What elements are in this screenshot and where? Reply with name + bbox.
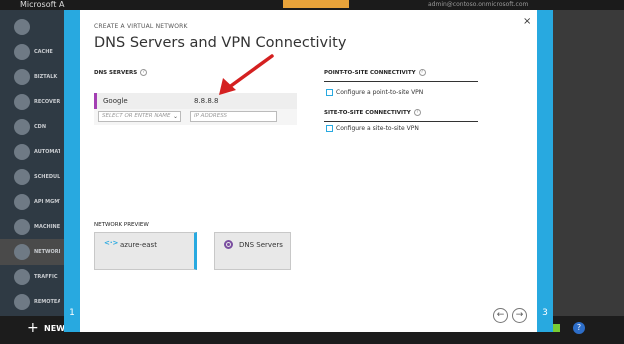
sidebar-item[interactable]: AUTOMATION: [0, 139, 64, 165]
dns-entry-name[interactable]: Google: [103, 97, 128, 105]
recovery-icon: [14, 94, 30, 110]
plus-icon[interactable]: +: [27, 320, 39, 336]
sidebar: CACHE BIZTALK RECOVERY CDN AUTOMATION SCHEDUL…: [0, 10, 64, 316]
help-icon[interactable]: ?: [418, 69, 426, 76]
background-content: [552, 10, 624, 316]
sidebar-item[interactable]: CDN: [0, 114, 64, 140]
wizard-step-strip-right: 3: [537, 10, 553, 332]
help-icon[interactable]: ?: [140, 69, 148, 76]
next-button[interactable]: →: [512, 308, 527, 323]
cdn-icon: [14, 119, 30, 135]
traffic-icon: [14, 269, 30, 285]
preview-tile-label: azure-east: [120, 241, 157, 249]
preview-tile-label: DNS Servers: [239, 241, 283, 249]
wizard-eyebrow: CREATE A VIRTUAL NETWORK: [94, 23, 188, 30]
notification-banner[interactable]: [283, 0, 349, 8]
sidebar-item[interactable]: API MGMT: [0, 189, 64, 215]
machine-learning-icon: [14, 219, 30, 235]
p2s-checkbox[interactable]: [326, 89, 333, 96]
sidebar-item-label: RECOVERY: [34, 99, 60, 105]
section-divider: [324, 121, 478, 122]
sidebar-item[interactable]: [0, 14, 64, 40]
dns-name-select[interactable]: SELECT OR ENTER NAME ⌄: [98, 111, 181, 122]
status-indicator: [552, 324, 560, 332]
sidebar-item-label: AUTOMATION: [34, 149, 60, 155]
sidebar-item-label: TRAFFIC: [34, 274, 58, 280]
account-label[interactable]: admin@contoso.onmicrosoft.com: [428, 0, 528, 10]
section-divider: [324, 81, 478, 82]
ip-address-input[interactable]: IP ADDRESS: [190, 111, 277, 122]
s2s-checkbox-label[interactable]: Configure a site-to-site VPN: [336, 125, 419, 132]
sidebar-item-label: MACHINE: [34, 224, 60, 230]
p2s-checkbox-label[interactable]: Configure a point-to-site VPN: [336, 89, 423, 96]
help-icon[interactable]: ?: [573, 322, 585, 334]
api-icon: [14, 194, 30, 210]
sidebar-item[interactable]: TRAFFIC: [0, 264, 64, 290]
sidebar-item[interactable]: CACHE: [0, 39, 64, 65]
brand-title: Microsoft A: [20, 0, 65, 9]
close-icon[interactable]: ×: [523, 16, 531, 27]
dns-entry-ip[interactable]: 8.8.8.8: [194, 97, 219, 105]
sidebar-item-label: CACHE: [34, 49, 53, 55]
dns-new-row: SELECT OR ENTER NAME ⌄ IP ADDRESS: [94, 109, 297, 125]
cache-icon: [14, 44, 30, 60]
network-preview-label: NETWORK PREVIEW: [94, 222, 149, 228]
wizard-dialog: × CREATE A VIRTUAL NETWORK DNS Servers a…: [80, 10, 537, 332]
new-button[interactable]: NEW: [44, 324, 65, 333]
sidebar-item[interactable]: NETWORKS: [0, 239, 64, 265]
sidebar-item-label: REMOTEAPP: [34, 299, 60, 305]
dns-server-icon: [224, 240, 233, 249]
sidebar-item[interactable]: SCHEDULER: [0, 164, 64, 190]
step-number[interactable]: 1: [64, 308, 80, 318]
remoteapp-icon: [14, 294, 30, 310]
preview-tile-network[interactable]: <·> azure-east: [94, 232, 197, 270]
step-number[interactable]: 3: [537, 308, 553, 318]
help-icon[interactable]: ?: [413, 109, 421, 116]
wizard-step-strip-left: 1: [64, 10, 80, 332]
dns-servers-heading: DNS SERVERS?: [94, 69, 148, 76]
page-title: DNS Servers and VPN Connectivity: [94, 35, 347, 51]
p2s-checkbox-row[interactable]: Configure a point-to-site VPN: [326, 89, 423, 96]
back-button[interactable]: ←: [493, 308, 508, 323]
sidebar-item[interactable]: MACHINE: [0, 214, 64, 240]
dns-name-placeholder: SELECT OR ENTER NAME: [102, 113, 171, 119]
sidebar-item[interactable]: BIZTALK: [0, 64, 64, 90]
preview-tile-dns[interactable]: DNS Servers: [214, 232, 291, 270]
chevron-down-icon[interactable]: ⌄: [173, 112, 178, 121]
scheduler-icon: [14, 169, 30, 185]
sidebar-item-label: CDN: [34, 124, 47, 130]
visual-studio-icon: [14, 19, 30, 35]
sidebar-item[interactable]: RECOVERY: [0, 89, 64, 115]
p2s-heading: POINT-TO-SITE CONNECTIVITY?: [324, 69, 426, 76]
sidebar-item-label: BIZTALK: [34, 74, 58, 80]
biztalk-icon: [14, 69, 30, 85]
networks-icon: [14, 244, 30, 260]
sidebar-item-label: API MGMT: [34, 199, 60, 205]
sidebar-item[interactable]: REMOTEAPP: [0, 289, 64, 315]
s2s-checkbox-row[interactable]: Configure a site-to-site VPN: [326, 125, 419, 132]
p2s-label: POINT-TO-SITE CONNECTIVITY: [324, 70, 416, 76]
s2s-label: SITE-TO-SITE CONNECTIVITY: [324, 110, 411, 116]
s2s-heading: SITE-TO-SITE CONNECTIVITY?: [324, 109, 421, 116]
sidebar-item-label: SCHEDULER: [34, 174, 60, 180]
sidebar-item-label: NETWORKS: [34, 249, 60, 255]
s2s-checkbox[interactable]: [326, 125, 333, 132]
network-icon: <·>: [104, 239, 119, 247]
automation-icon: [14, 144, 30, 160]
dns-entry-row[interactable]: Google 8.8.8.8: [94, 93, 297, 109]
dns-servers-label: DNS SERVERS: [94, 70, 138, 76]
